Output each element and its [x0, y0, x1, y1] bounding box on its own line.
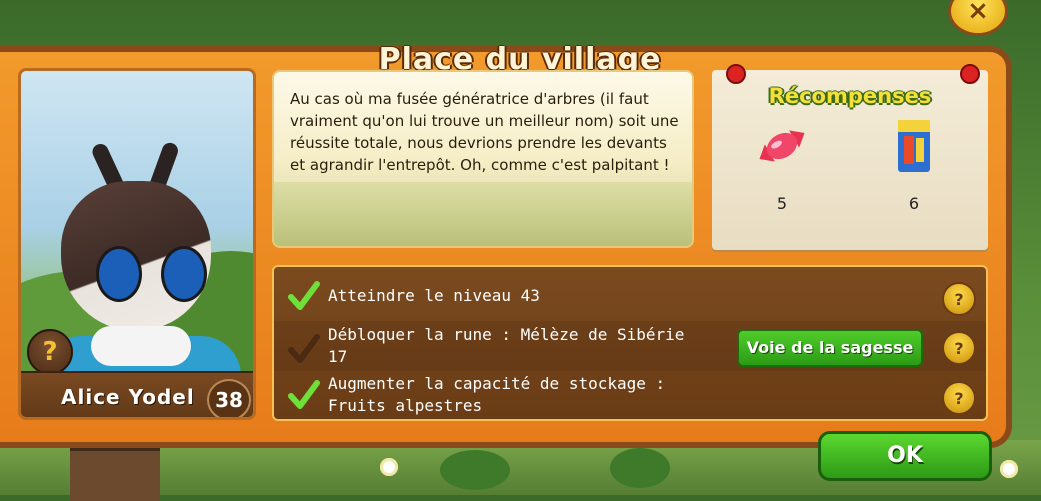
task-row: Atteindre le niveau 43 ?	[274, 271, 986, 321]
task-help-button[interactable]: ?	[942, 331, 976, 365]
question-icon: ?	[42, 337, 58, 367]
dialog-text: Au cas où ma fusée génératrice d'arbres …	[290, 90, 679, 174]
task-text: Débloquer la rune : Mélèze de Sibérie 17	[328, 325, 685, 366]
wisdom-path-button[interactable]: Voie de la sagesse	[737, 329, 923, 367]
character-level-badge: 38	[207, 379, 251, 417]
character-name: Alice Yodel	[61, 385, 195, 409]
task-help-button[interactable]: ?	[942, 282, 976, 316]
rewards-panel: Récompenses 5 6	[712, 64, 988, 250]
character-nameplate: Alice Yodel 38	[21, 371, 253, 417]
ok-button[interactable]: OK	[818, 431, 992, 481]
pin-icon	[726, 64, 746, 84]
close-button[interactable]: ×	[948, 0, 1008, 36]
close-icon: ×	[967, 0, 989, 26]
task-list: Atteindre le niveau 43 ? Débloquer la ru…	[272, 265, 988, 421]
reward-count: 5	[776, 194, 788, 213]
dialog-box: Au cas où ma fusée génératrice d'arbres …	[272, 70, 694, 248]
character-portrait: ? Alice Yodel 38	[18, 68, 256, 420]
flower-image	[380, 458, 398, 476]
reward-item: 5	[742, 116, 822, 216]
question-icon: ?	[954, 388, 964, 408]
checkmark-pending-icon	[288, 334, 320, 363]
task-help-button[interactable]: ?	[942, 381, 976, 415]
character-help-button[interactable]: ?	[27, 329, 73, 375]
bush-image	[440, 450, 510, 490]
house-image	[70, 445, 160, 501]
reward-count: 6	[908, 194, 920, 213]
task-text: Augmenter la capacité de stockage : Frui…	[328, 374, 666, 415]
question-icon: ?	[954, 289, 964, 309]
task-text: Atteindre le niveau 43	[328, 286, 540, 305]
rewards-heading: Récompenses	[768, 84, 932, 108]
question-icon: ?	[954, 338, 964, 358]
reward-item: 6	[874, 116, 954, 216]
bush-image	[610, 448, 670, 488]
checkmark-icon	[288, 281, 320, 310]
candy-icon	[759, 130, 805, 162]
goat-character-image	[41, 140, 241, 417]
pin-icon	[960, 64, 980, 84]
flower-image	[1000, 460, 1018, 478]
dialog-background-image	[274, 182, 692, 246]
task-row: Augmenter la capacité de stockage : Frui…	[274, 371, 986, 421]
checkmark-icon	[288, 380, 320, 409]
seed-packet-icon	[898, 120, 930, 172]
